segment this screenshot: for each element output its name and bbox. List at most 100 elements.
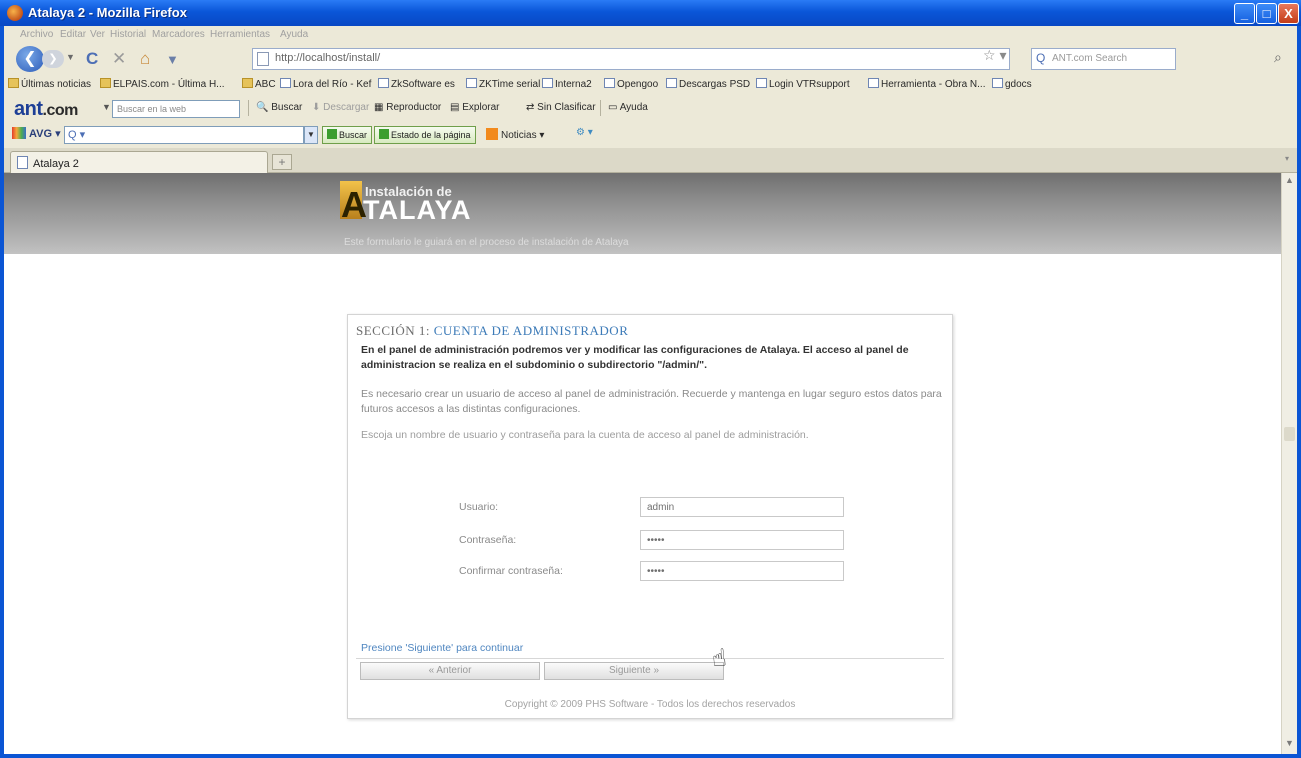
avg-logo-icon xyxy=(12,127,26,139)
bookmark-item[interactable]: Lora del Río - Kef xyxy=(280,78,371,90)
browser-chrome: Archivo Editar Ver Historial Marcadores … xyxy=(4,26,1297,754)
avg-search-dropdown[interactable]: ▼ xyxy=(304,126,318,144)
user-label: Usuario: xyxy=(459,501,499,513)
folder-icon xyxy=(242,78,253,88)
window-frame-bottom xyxy=(0,754,1301,758)
navigation-toolbar: ❮ ❯ ▼ C ✕ ⌂ ▼ http://localhost/install/ … xyxy=(4,44,1297,74)
new-tab-button[interactable]: + xyxy=(272,154,292,170)
avg-page-status-button[interactable]: Estado de la página xyxy=(374,126,476,144)
page-icon xyxy=(868,78,879,88)
history-dropdown-icon[interactable]: ▼ xyxy=(66,52,75,62)
ant-player-button[interactable]: ▦ Reproductor xyxy=(374,102,441,113)
search-engine-icon[interactable]: Q xyxy=(1036,51,1045,65)
shield-icon[interactable]: ▼ xyxy=(166,52,179,67)
page-icon xyxy=(17,156,28,169)
bookmark-item[interactable]: ELPAIS.com - Última H... xyxy=(100,78,225,90)
scroll-thumb[interactable] xyxy=(1284,427,1295,441)
previous-button[interactable]: « Anterior xyxy=(360,662,540,680)
scroll-down-icon[interactable]: ▼ xyxy=(1283,738,1296,752)
confirm-password-input[interactable]: ••••• xyxy=(640,561,844,581)
password-input[interactable]: ••••• xyxy=(640,530,844,550)
minimize-button[interactable]: _ xyxy=(1234,3,1255,24)
reload-icon[interactable]: C xyxy=(86,49,98,69)
page-icon xyxy=(378,78,389,88)
page-banner: A Instalación de TALAYA Este formulario … xyxy=(4,173,1281,254)
avg-news-button[interactable]: Noticias ▾ xyxy=(486,128,544,141)
banner-subtitle: Este formulario le guiará en el proceso … xyxy=(344,237,629,248)
search-input[interactable]: ANT.com Search xyxy=(1052,53,1127,64)
tab-atalaya[interactable]: Atalaya 2 xyxy=(10,151,268,173)
vertical-scrollbar[interactable]: ▲ ▼ xyxy=(1281,173,1297,754)
close-button[interactable]: X xyxy=(1278,3,1299,24)
url-text[interactable]: http://localhost/install/ xyxy=(275,52,380,64)
avg-search-input[interactable]: Q ▾ xyxy=(64,126,304,144)
instruction-paragraph: Escoja un nombre de usuario y contraseña… xyxy=(361,429,809,441)
ant-search-input[interactable]: Buscar en la web xyxy=(112,100,240,118)
avg-extra-icon[interactable]: ⚙ ▾ xyxy=(576,127,593,138)
page-icon xyxy=(280,78,291,88)
bookmark-item[interactable]: ZkSoftware es xyxy=(378,78,455,90)
hand-cursor-icon: ☝ xyxy=(710,644,728,673)
menu-bar: Archivo Editar Ver Historial Marcadores … xyxy=(4,26,1297,44)
menu-view[interactable]: Ver xyxy=(90,29,105,40)
bookmark-item[interactable]: Descargas PSD xyxy=(666,78,750,90)
password-label: Contraseña: xyxy=(459,534,517,546)
bookmark-item[interactable]: Interna2 xyxy=(542,78,592,90)
bookmark-item[interactable]: Últimas noticias xyxy=(8,78,91,90)
section-heading: SECCIÓN 1: CUENTA DE ADMINISTRADOR xyxy=(356,323,629,338)
bookmarks-toolbar: Últimas noticias ELPAIS.com - Última H..… xyxy=(4,74,1297,96)
menu-history[interactable]: Historial xyxy=(110,29,146,40)
ant-dropdown-icon[interactable]: ▼ xyxy=(102,102,111,112)
maximize-button[interactable]: □ xyxy=(1256,3,1277,24)
ant-toolbar: ant.com ▼ Buscar en la web 🔍 Buscar ⬇ De… xyxy=(4,96,1297,122)
menu-file[interactable]: Archivo xyxy=(20,29,53,40)
window-title: Atalaya 2 - Mozilla Firefox xyxy=(28,5,187,20)
page-viewport: A Instalación de TALAYA Este formulario … xyxy=(4,173,1281,754)
ant-unclassified-button[interactable]: ⇄ Sin Clasificar xyxy=(526,102,596,113)
search-bar[interactable]: Q ANT.com Search xyxy=(1031,48,1176,70)
firefox-icon xyxy=(7,5,23,21)
rss-icon xyxy=(486,128,498,140)
menu-bookmarks[interactable]: Marcadores xyxy=(152,29,205,40)
ant-explore-button[interactable]: ▤ Explorar xyxy=(450,102,499,113)
menu-help[interactable]: Ayuda xyxy=(280,29,308,40)
back-button[interactable]: ❮ xyxy=(16,46,44,72)
bookmark-item[interactable]: Login VTRsupport xyxy=(756,78,850,90)
bookmark-item[interactable]: gdocs xyxy=(992,78,1032,90)
logo-title: TALAYA xyxy=(363,195,472,225)
avg-search-button[interactable]: Buscar xyxy=(322,126,373,144)
avg-icon xyxy=(327,129,337,139)
bookmark-item[interactable]: ZKTime serial xyxy=(466,78,540,90)
forward-button[interactable]: ❯ xyxy=(42,50,64,68)
ant-help-button[interactable]: ▭ Ayuda xyxy=(608,102,648,113)
folder-icon xyxy=(100,78,111,88)
user-input[interactable]: admin xyxy=(640,497,844,517)
tab-strip: Atalaya 2 + ▾ xyxy=(4,148,1297,173)
bookmark-item[interactable]: Herramienta - Obra N... xyxy=(868,78,985,90)
bookmark-item[interactable]: Opengoo xyxy=(604,78,658,90)
url-bar[interactable]: http://localhost/install/ xyxy=(252,48,1010,70)
menu-edit[interactable]: Editar xyxy=(60,29,86,40)
ant-logo[interactable]: ant.com xyxy=(14,98,78,121)
stop-icon[interactable]: ✕ xyxy=(112,49,126,69)
next-button[interactable]: Siguiente » xyxy=(544,662,724,680)
avg-logo[interactable]: AVG ▾ xyxy=(12,127,61,140)
copyright-text: Copyright © 2009 PHS Software - Todos lo… xyxy=(504,699,796,710)
ant-search-button[interactable]: 🔍 Buscar xyxy=(256,102,302,113)
page-icon xyxy=(542,78,553,88)
search-go-icon[interactable]: ⌕ xyxy=(1274,49,1282,66)
page-icon xyxy=(604,78,615,88)
home-icon[interactable]: ⌂ xyxy=(140,49,150,69)
bookmark-item[interactable]: ABC xyxy=(242,78,276,90)
search-icon: Q ▾ xyxy=(68,129,86,141)
scroll-up-icon[interactable]: ▲ xyxy=(1283,175,1296,189)
tabs-list-icon[interactable]: ▾ xyxy=(1285,154,1295,168)
browser-window: Atalaya 2 - Mozilla Firefox _ □ X Archiv… xyxy=(0,0,1301,758)
bookmark-star-icon[interactable]: ☆ ▾ xyxy=(983,47,1006,64)
install-panel: SECCIÓN 1: CUENTA DE ADMINISTRADOR En el… xyxy=(347,314,953,719)
info-paragraph: Es necesario crear un usuario de acceso … xyxy=(361,388,942,415)
ant-download-button[interactable]: ⬇ Descargar xyxy=(312,102,369,113)
page-icon xyxy=(257,52,269,66)
continue-hint: Presione 'Siguiente' para continuar xyxy=(361,642,524,654)
menu-tools[interactable]: Herramientas xyxy=(210,29,270,40)
